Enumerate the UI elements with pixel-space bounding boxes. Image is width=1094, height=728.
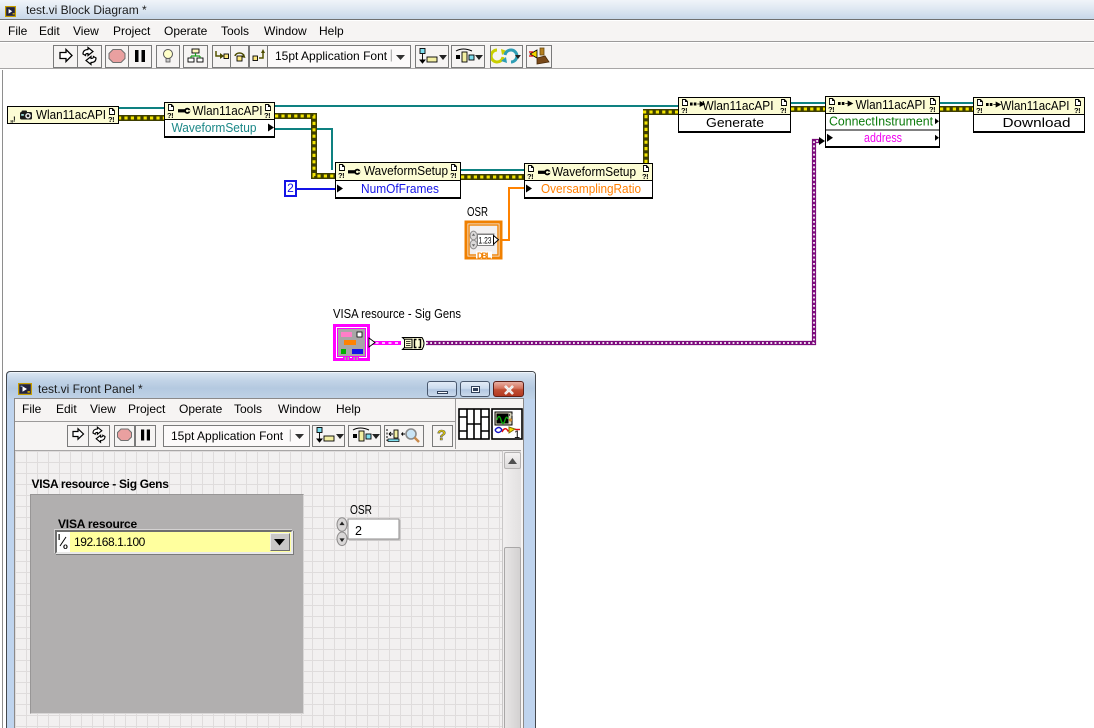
svg-text:?!: ?! bbox=[681, 106, 687, 115]
svg-text:?!: ?! bbox=[780, 106, 786, 115]
svg-text:?!: ?! bbox=[264, 111, 270, 120]
svg-text:Wlan11acAPI: Wlan11acAPI bbox=[36, 107, 106, 122]
svg-text:?!: ?! bbox=[642, 172, 648, 181]
svg-text:WaveformSetup: WaveformSetup bbox=[364, 163, 448, 178]
svg-text:I: I bbox=[58, 533, 60, 542]
svg-text:?!: ?! bbox=[1074, 106, 1080, 115]
svg-text:?!: ?! bbox=[450, 171, 456, 180]
svg-text:,,!: ,,! bbox=[10, 115, 15, 124]
svg-text:DBL: DBL bbox=[477, 252, 491, 261]
svg-text:Wlan11acAPI: Wlan11acAPI bbox=[703, 98, 774, 113]
svg-text:?!: ?! bbox=[167, 111, 173, 120]
svg-text:OSR: OSR bbox=[467, 205, 488, 219]
svg-text:Wlan11acAPI: Wlan11acAPI bbox=[193, 103, 263, 118]
svg-text:o: o bbox=[63, 542, 68, 551]
svg-text:?!: ?! bbox=[976, 106, 982, 115]
svg-text:OSR: OSR bbox=[350, 503, 372, 517]
svg-text:Wlan11acAPI: Wlan11acAPI bbox=[856, 97, 926, 112]
svg-text:?: ? bbox=[437, 427, 446, 444]
svg-text:Download: Download bbox=[1003, 115, 1071, 130]
svg-text:OversamplingRatio: OversamplingRatio bbox=[541, 181, 641, 196]
svg-text:?!: ?! bbox=[338, 171, 344, 180]
svg-text:Generate: Generate bbox=[706, 115, 764, 130]
svg-text:1: 1 bbox=[514, 429, 520, 441]
svg-text:WaveformSetup: WaveformSetup bbox=[172, 120, 257, 135]
svg-text:1.23: 1.23 bbox=[479, 236, 492, 247]
svg-text:Wlan11acAPI: Wlan11acAPI bbox=[1001, 98, 1070, 113]
svg-text:address: address bbox=[864, 130, 902, 145]
svg-text:NumOfFrames: NumOfFrames bbox=[361, 181, 439, 196]
svg-text:ConnectInstrument: ConnectInstrument bbox=[829, 114, 933, 129]
svg-text:WaveformSetup: WaveformSetup bbox=[552, 164, 636, 179]
svg-text:?!: ?! bbox=[108, 115, 114, 124]
svg-text:?!: ?! bbox=[527, 172, 533, 181]
svg-text:VISA resource - Sig Gens: VISA resource - Sig Gens bbox=[333, 306, 461, 321]
svg-text:2: 2 bbox=[355, 524, 362, 538]
